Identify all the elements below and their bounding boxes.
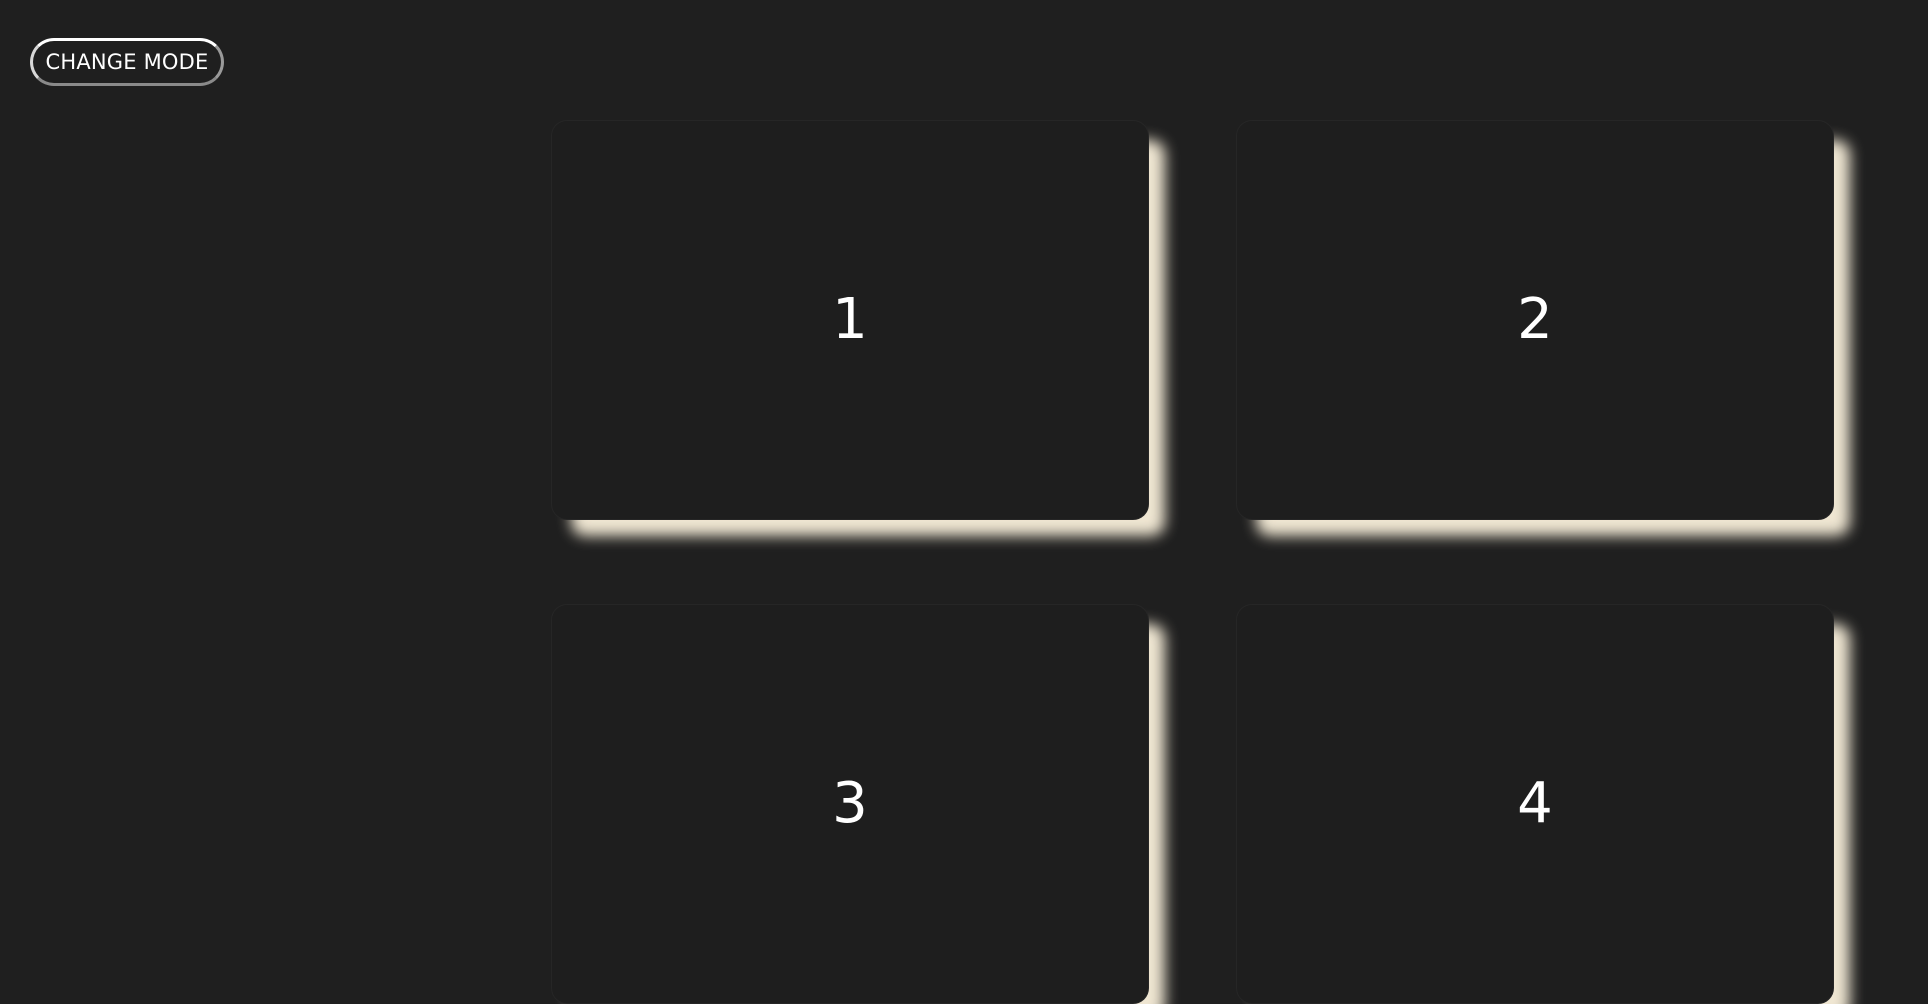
card-2[interactable]: 2 — [1236, 120, 1834, 520]
change-mode-button[interactable]: CHANGE MODE — [30, 38, 224, 86]
card-4[interactable]: 4 — [1236, 604, 1834, 1004]
card-1[interactable]: 1 — [551, 120, 1149, 520]
card-label: 3 — [832, 771, 868, 836]
card-label: 2 — [1517, 287, 1553, 352]
card-3[interactable]: 3 — [551, 604, 1149, 1004]
card-label: 1 — [832, 287, 868, 352]
card-label: 4 — [1517, 771, 1553, 836]
